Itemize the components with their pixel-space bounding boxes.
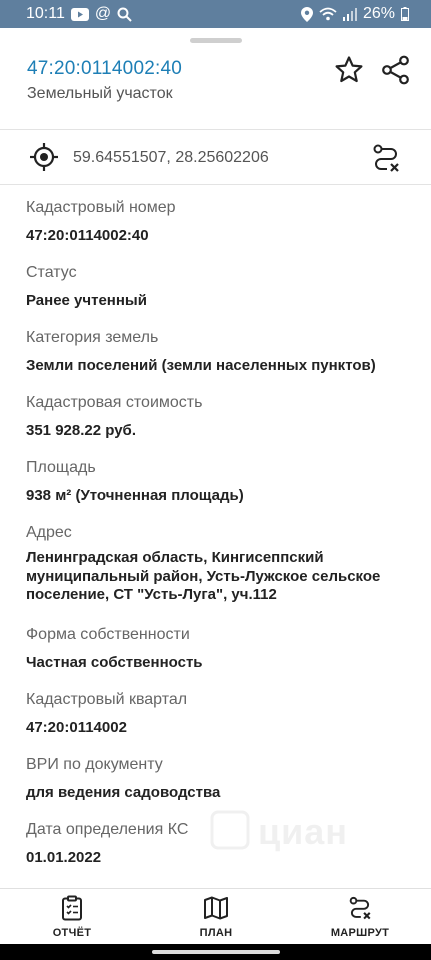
- share-button[interactable]: [380, 54, 412, 86]
- field-label: Статус: [26, 264, 77, 281]
- route-icon: [373, 144, 399, 172]
- field-permitted-use: ВРИ по документу для ведения садоводства: [26, 755, 411, 802]
- nav-label: ОТЧЁТ: [52, 927, 92, 939]
- location-icon: [300, 6, 313, 22]
- share-icon: [382, 55, 409, 85]
- field-label: ВРИ по документу: [26, 756, 163, 773]
- field-cadastral-cost: Кадастровая стоимость 351 928.22 руб.: [26, 393, 411, 440]
- field-label: Кадастровый номер: [26, 199, 176, 216]
- bottom-navigation: ОТЧЁТ ПЛАН МАРШРУТ: [0, 888, 431, 945]
- field-value: Частная собственность: [26, 654, 203, 671]
- field-value: 938 м² (Уточненная площадь): [26, 487, 244, 504]
- field-label: Дата определения КС: [26, 821, 189, 838]
- map-icon: [204, 896, 228, 920]
- field-cadastral-number: Кадастровый номер 47:20:0114002:40: [26, 198, 411, 245]
- crosshair-icon[interactable]: [29, 142, 59, 172]
- at-icon: @: [94, 5, 112, 22]
- field-ownership: Форма собственности Частная собственност…: [26, 625, 411, 672]
- field-area: Площадь 938 м² (Уточненная площадь): [26, 458, 411, 505]
- field-value: 47:20:0114002:40: [26, 227, 149, 244]
- field-valuation-date: Дата определения КС 01.01.2022: [26, 820, 411, 867]
- field-label: Кадастровый квартал: [26, 691, 188, 708]
- address-line: поселение, СТ "Усть-Луга", уч.112: [26, 586, 277, 603]
- search-icon: [117, 7, 132, 22]
- signal-icon: [342, 7, 357, 21]
- favorite-button[interactable]: [333, 54, 365, 86]
- star-icon: [335, 56, 363, 83]
- route-button[interactable]: [370, 142, 402, 174]
- address-line: Ленинградская область, Кингисеппский: [26, 549, 324, 566]
- route-icon: [349, 896, 371, 920]
- field-label: Форма собственности: [26, 626, 190, 643]
- coordinates-text[interactable]: 59.64551507, 28.25602206: [73, 149, 269, 167]
- nav-plan[interactable]: ПЛАН: [161, 895, 271, 939]
- address-line: муниципальный район, Усть-Лужское сельск…: [26, 567, 381, 585]
- youtube-icon: [70, 7, 89, 21]
- system-nav-bar: [0, 944, 431, 960]
- field-value: для ведения садоводства: [26, 784, 221, 801]
- field-value: Ленинградская область, Кингисеппский мун…: [26, 549, 411, 605]
- divider: [0, 184, 431, 185]
- field-address: Адрес Ленинградская область, Кингисеппск…: [26, 523, 411, 605]
- field-value: 01.01.2022: [26, 849, 102, 866]
- field-label: Адрес: [26, 524, 72, 541]
- wifi-icon: [319, 7, 337, 21]
- home-gesture-pill[interactable]: [152, 950, 280, 954]
- nav-label: МАРШРУТ: [330, 927, 390, 939]
- field-land-category: Категория земель Земли поселений (земли …: [26, 328, 411, 375]
- field-value: 47:20:0114002: [26, 719, 127, 736]
- cadastral-id-title: 47:20:0114002:40: [27, 58, 182, 79]
- sheet-drag-handle[interactable]: [190, 38, 242, 43]
- field-status: Статус Ранее учтенный: [26, 263, 411, 310]
- status-bar: 10:11 @ 26%: [0, 0, 431, 28]
- field-label: Кадастровая стоимость: [26, 394, 203, 411]
- field-label: Площадь: [26, 459, 96, 476]
- field-value: 351 928.22 руб.: [26, 422, 136, 439]
- field-value: Земли поселений (земли населенных пункто…: [26, 357, 376, 374]
- nav-report[interactable]: ОТЧЁТ: [17, 895, 127, 939]
- field-value: Ранее учтенный: [26, 292, 147, 309]
- nav-route[interactable]: МАРШРУТ: [305, 895, 415, 939]
- battery-percent: 26%: [362, 5, 395, 22]
- field-label: Категория земель: [26, 329, 159, 346]
- object-type: Земельный участок: [27, 85, 173, 102]
- field-cadastral-quarter: Кадастровый квартал 47:20:0114002: [26, 690, 411, 737]
- status-time: 10:11: [26, 5, 65, 22]
- report-icon: [62, 895, 82, 921]
- nav-label: ПЛАН: [199, 927, 233, 939]
- coordinates-row: 59.64551507, 28.25602206: [0, 130, 431, 184]
- battery-icon: [401, 7, 409, 21]
